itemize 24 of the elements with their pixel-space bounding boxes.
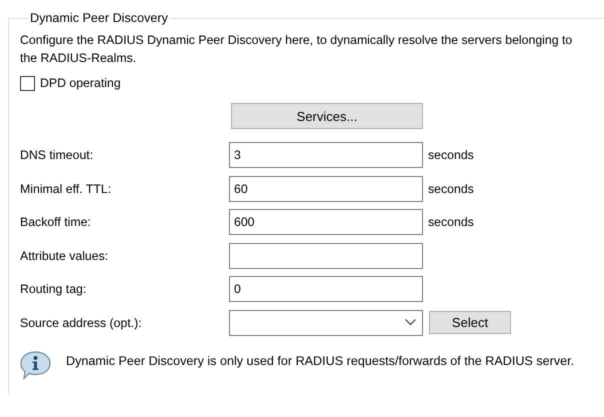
text-field[interactable] <box>229 242 423 269</box>
text-field[interactable]: 60 <box>229 176 423 202</box>
unit-label: seconds <box>427 148 475 162</box>
group-title: Dynamic Peer Discovery <box>29 11 169 25</box>
checkbox[interactable] <box>20 76 35 90</box>
text-field[interactable]: 3 <box>229 142 423 168</box>
unit-label: seconds <box>427 215 475 230</box>
select-button[interactable]: Select <box>429 311 511 334</box>
chevron-down-icon <box>405 319 416 326</box>
field-label: Source address (opt.): <box>20 316 142 330</box>
text-field[interactable]: 0 <box>229 276 423 302</box>
field-label: Routing tag: <box>20 282 86 296</box>
info-text: Dynamic Peer Discovery is only used for RADIUS requests/forwards of the RADIUS server. <box>66 352 576 370</box>
dropdown-field[interactable] <box>229 310 423 336</box>
field-label: Backoff time: <box>20 215 91 230</box>
field-label: Minimal eff. TTL: <box>20 182 112 196</box>
text-field[interactable]: 600 <box>229 209 423 236</box>
field-label: Attribute values: <box>20 248 108 263</box>
info-icon <box>20 350 51 380</box>
description-text: Configure the RADIUS Dynamic Peer Discovery here, to dynamically resolve the servers belonging to the RADIUS-Realms. <box>20 32 574 67</box>
checkbox-label: DPD operating <box>40 76 121 90</box>
services-button[interactable]: Services... <box>231 103 423 129</box>
field-label: DNS timeout: <box>20 148 94 162</box>
unit-label: seconds <box>427 182 475 196</box>
